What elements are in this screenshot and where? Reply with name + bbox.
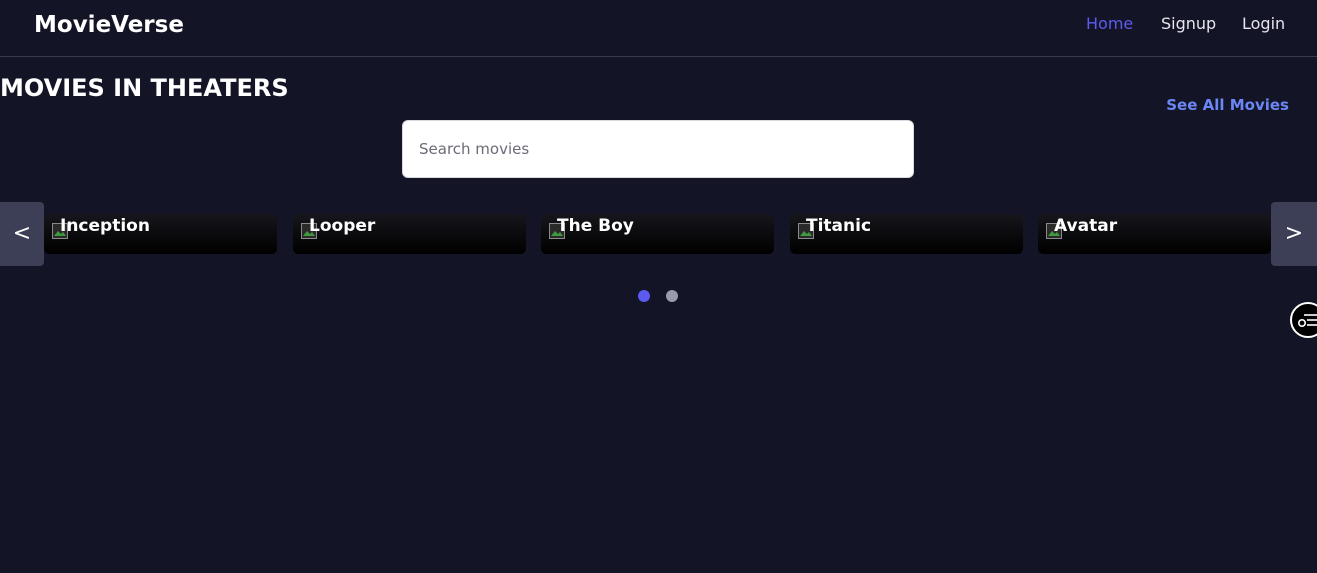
movie-title: Avatar [1054,216,1118,236]
see-all-movies-link[interactable]: See All Movies [1166,95,1289,115]
movie-card[interactable]: Inception [44,214,277,254]
carousel-dot-1[interactable] [638,290,650,302]
movie-title: The Boy [557,216,634,236]
brand-logo[interactable]: MovieVerse [34,10,184,40]
section-title: MOVIES IN THEATERS [0,74,289,102]
nav-login[interactable]: Login [1242,14,1285,34]
movie-title: Looper [309,216,376,236]
search-input[interactable] [402,120,914,178]
carousel-next-button[interactable]: > [1271,202,1317,266]
carousel-dot-2[interactable] [666,290,678,302]
movie-card[interactable]: Titanic [790,214,1023,254]
nav-home[interactable]: Home [1086,14,1133,34]
navbar: MovieVerse Home Signup Login [0,0,1317,57]
movie-card[interactable]: Avatar [1038,214,1271,254]
movie-title: Titanic [806,216,872,236]
playlist-settings-icon [1298,314,1317,327]
nav-signup[interactable]: Signup [1161,14,1216,34]
playlist-settings-button[interactable] [1290,302,1317,338]
carousel-prev-button[interactable]: < [0,202,44,266]
movie-title: Inception [60,216,150,236]
movie-card[interactable]: Looper [293,214,526,254]
movie-card[interactable]: The Boy [541,214,774,254]
